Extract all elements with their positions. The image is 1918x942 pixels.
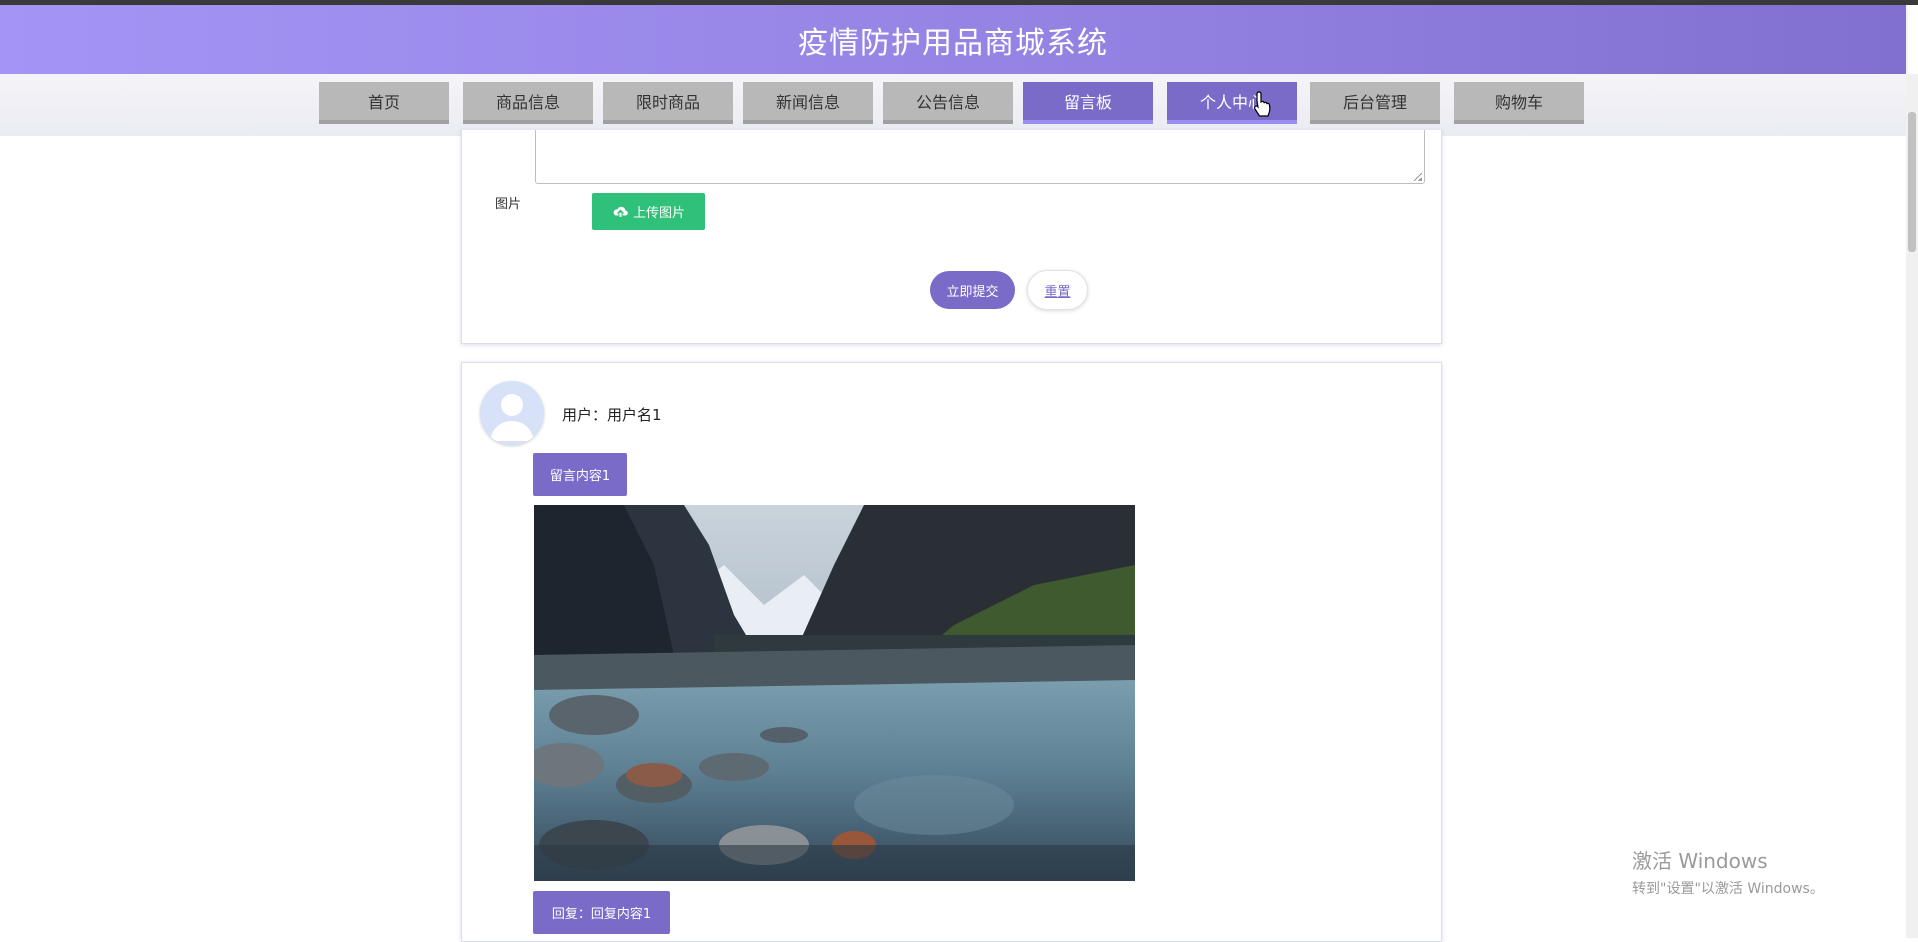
nav-products[interactable]: 商品信息 bbox=[463, 82, 593, 124]
watermark-title: 激活 Windows bbox=[1632, 849, 1768, 873]
upload-image-label: 上传图片 bbox=[632, 206, 685, 221]
watermark-subtitle: 转到"设置"以激活 Windows。 bbox=[1632, 881, 1824, 897]
nav-personal-center[interactable]: 个人中心 bbox=[1167, 82, 1297, 124]
user-avatar-icon bbox=[480, 381, 544, 445]
site-header: 疫情防护用品商城系统 bbox=[0, 5, 1906, 74]
nav-message-board[interactable]: 留言板 bbox=[1023, 82, 1153, 124]
message-form: 图片 上传图片 立即提交 重置 bbox=[461, 130, 1442, 344]
nav-news[interactable]: 新闻信息 bbox=[743, 82, 873, 124]
site-title: 疫情防护用品商城系统 bbox=[798, 25, 1108, 61]
page-scrollbar[interactable] bbox=[1906, 74, 1918, 938]
message-user: 用户：用户名1 bbox=[562, 406, 662, 424]
message-card: 用户：用户名1 留言内容1 回复：回复内容1 bbox=[461, 362, 1442, 942]
submit-button[interactable]: 立即提交 bbox=[930, 271, 1015, 309]
reset-button[interactable]: 重置 bbox=[1027, 270, 1088, 310]
nav-cart[interactable]: 购物车 bbox=[1454, 82, 1584, 124]
nav-admin[interactable]: 后台管理 bbox=[1310, 82, 1440, 124]
message-content: 留言内容1 bbox=[533, 453, 627, 496]
nav-home[interactable]: 首页 bbox=[319, 82, 449, 124]
content-textarea[interactable] bbox=[535, 130, 1425, 184]
main-nav: 首页 商品信息 限时商品 新闻信息 公告信息 留言板 个人中心 后台管理 购物车 bbox=[0, 74, 1906, 136]
resize-grip-icon[interactable] bbox=[1414, 173, 1422, 181]
scrollbar-thumb[interactable] bbox=[1908, 112, 1916, 252]
cloud-upload-icon bbox=[613, 206, 628, 217]
upload-image-button[interactable]: 上传图片 bbox=[592, 193, 705, 230]
hand-pointer-icon bbox=[1254, 91, 1271, 117]
windows-activation-watermark: 激活 Windows 转到"设置"以激活 Windows。 bbox=[1632, 845, 1824, 898]
nav-flash-sale[interactable]: 限时商品 bbox=[603, 82, 733, 124]
nav-notices[interactable]: 公告信息 bbox=[883, 82, 1013, 124]
message-reply: 回复：回复内容1 bbox=[533, 891, 670, 934]
image-label: 图片 bbox=[495, 197, 522, 212]
message-image bbox=[534, 505, 1135, 881]
